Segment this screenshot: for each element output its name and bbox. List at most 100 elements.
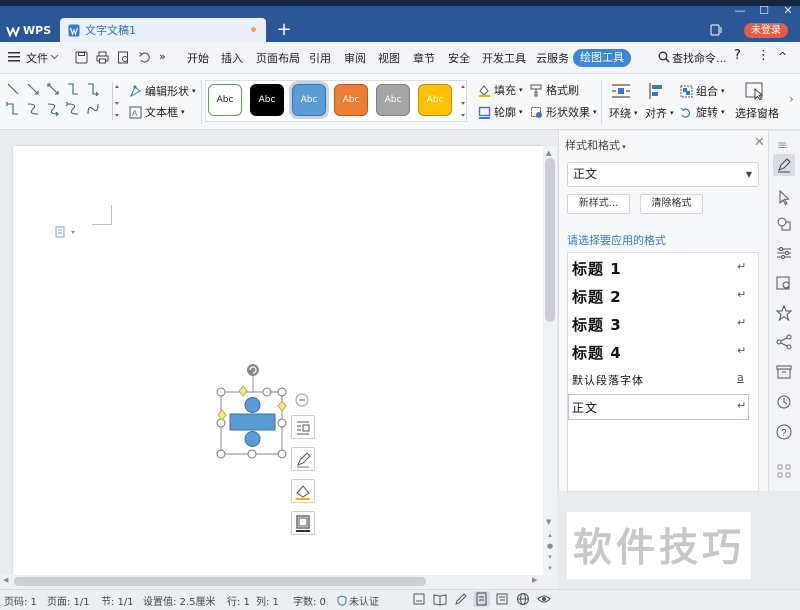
write-mode-icon[interactable]: [454, 592, 468, 606]
print-preview-icon[interactable]: [117, 51, 130, 64]
style-normal[interactable]: 正文: [572, 399, 598, 416]
tab-developer[interactable]: 开发工具: [482, 50, 526, 66]
tab-security[interactable]: 安全: [448, 50, 470, 66]
rotate-handle-icon[interactable]: [247, 364, 259, 376]
shapes-icon[interactable]: [775, 215, 793, 233]
tab-cloud[interactable]: 云服务: [536, 50, 569, 66]
help-button[interactable]: ?: [734, 48, 741, 63]
history-icon[interactable]: [775, 393, 793, 411]
tab-insert[interactable]: 插入: [221, 50, 243, 66]
help-icon[interactable]: ?: [775, 423, 793, 441]
scroll-right-arrow[interactable]: ▶: [532, 576, 537, 584]
shape-style-swatch[interactable]: Abc: [334, 84, 368, 116]
tab-references[interactable]: 引用: [309, 50, 331, 66]
fill-button[interactable]: 填充 ▾: [478, 82, 523, 98]
shape-outline-icon[interactable]: [291, 511, 315, 535]
menu-file[interactable]: 文件: [26, 50, 48, 66]
outline-button[interactable]: 轮廓 ▾: [478, 104, 523, 120]
group-button[interactable]: 组合 ▾: [680, 83, 725, 99]
status-auth[interactable]: 未认证: [337, 593, 379, 608]
styles-tool-icon[interactable]: [773, 154, 795, 176]
style-default-font[interactable]: 默认段落字体: [572, 372, 644, 388]
tab-drawing-tools[interactable]: 绘图工具: [573, 49, 631, 67]
paragraph-layout-icon[interactable]: [55, 226, 77, 238]
command-search[interactable]: 查找命令...: [672, 50, 727, 66]
shape-fill-icon[interactable]: [291, 479, 315, 503]
cursor-icon[interactable]: [775, 188, 793, 206]
shape-effects-button[interactable]: 形状效果 ▾: [530, 104, 597, 120]
print-icon[interactable]: [96, 51, 109, 64]
align-button[interactable]: 对齐 ▾: [645, 105, 674, 121]
shape-style-swatch[interactable]: Abc: [250, 84, 284, 116]
tab-page-layout[interactable]: 页面布局: [256, 50, 300, 66]
current-style-select[interactable]: 正文 ▼: [567, 162, 759, 187]
image-icon[interactable]: [775, 274, 793, 292]
panel-title[interactable]: 样式和格式 ▾: [565, 137, 626, 153]
menu-more[interactable]: »: [159, 50, 166, 63]
style-gallery-scroll[interactable]: [459, 82, 467, 120]
tab-view[interactable]: 视图: [378, 50, 400, 66]
save-icon[interactable]: [75, 51, 88, 64]
wrap-button[interactable]: 环绕 ▾: [609, 105, 638, 121]
tab-review[interactable]: 审阅: [344, 50, 366, 66]
page-nav-buttons[interactable]: ▴ ● ▾ ▾: [545, 530, 555, 574]
status-column[interactable]: 列: 1: [256, 593, 279, 608]
tab-section[interactable]: 章节: [413, 50, 435, 66]
reading-mode-icon[interactable]: [433, 592, 447, 606]
collapse-toolbar-icon[interactable]: [295, 393, 309, 407]
status-setting[interactable]: 设置值: 2.5厘米: [143, 593, 215, 608]
style-heading-2[interactable]: 标题 2: [572, 286, 622, 307]
page-view-icon[interactable]: [473, 591, 490, 607]
shape-style-swatch[interactable]: Abc: [376, 84, 410, 116]
scroll-up-arrow[interactable]: ▲: [546, 149, 551, 157]
selection-pane-button[interactable]: 选择窗格: [735, 105, 779, 121]
status-row[interactable]: 行: 1: [227, 593, 250, 608]
status-pages[interactable]: 页面: 1/1: [47, 593, 90, 608]
shape-style-swatch[interactable]: Abc: [208, 84, 242, 116]
vertical-scroll-thumb[interactable]: [545, 158, 555, 322]
login-button[interactable]: 未登录: [744, 23, 788, 38]
collapse-ribbon-button[interactable]: ^: [778, 50, 787, 63]
edit-shape-button[interactable]: 编辑形状 ▾: [129, 83, 196, 99]
archive-icon[interactable]: [775, 363, 793, 381]
share-icon[interactable]: [775, 333, 793, 351]
star-icon[interactable]: [775, 304, 793, 322]
format-painter-button[interactable]: 格式刷: [530, 82, 579, 98]
scroll-down-arrow[interactable]: ▼: [546, 518, 551, 526]
close-icon[interactable]: ✕: [754, 135, 765, 150]
layout-options-icon[interactable]: [291, 415, 315, 439]
style-heading-1[interactable]: 标题 1: [572, 258, 622, 279]
style-heading-4[interactable]: 标题 4: [572, 342, 622, 363]
outline-view-icon[interactable]: [495, 592, 509, 606]
maximize-button[interactable]: ☐: [752, 4, 776, 20]
status-section[interactable]: 节: 1/1: [101, 593, 134, 608]
close-button[interactable]: ✕: [776, 4, 800, 20]
new-tab-button[interactable]: +: [274, 20, 294, 40]
rotate-button[interactable]: 旋转 ▾: [680, 104, 725, 120]
minimize-button[interactable]: —: [728, 4, 752, 20]
horizontal-scroll-thumb[interactable]: [14, 577, 426, 586]
scroll-left-arrow[interactable]: ◀: [3, 576, 8, 584]
hamburger-icon[interactable]: [8, 52, 20, 62]
web-view-icon[interactable]: [516, 592, 530, 606]
wps-home-tab[interactable]: WPS: [2, 19, 56, 42]
ribbon-scroll-right[interactable]: ›: [789, 92, 799, 112]
new-style-button[interactable]: 新样式...: [567, 194, 630, 214]
status-page-number[interactable]: 页码: 1: [4, 593, 37, 608]
gallery-scroll[interactable]: [112, 82, 120, 120]
style-heading-3[interactable]: 标题 3: [572, 314, 622, 335]
document-tab[interactable]: 文字文稿1: [60, 18, 266, 42]
undo-icon[interactable]: [138, 51, 151, 64]
status-word-count[interactable]: 字数: 0: [293, 593, 326, 608]
apps-grid-icon[interactable]: [775, 462, 793, 480]
tablet-mode-icon[interactable]: [710, 24, 722, 36]
clear-format-button[interactable]: 清除格式: [640, 194, 703, 214]
selected-shape[interactable]: [212, 360, 296, 465]
adjust-icon[interactable]: [775, 244, 793, 262]
sidebar-menu-icon[interactable]: ≡: [777, 138, 787, 152]
more-menu-button[interactable]: ⋮: [757, 48, 770, 63]
text-box-button[interactable]: A 文本框 ▾: [129, 104, 185, 120]
tab-home[interactable]: 开始: [187, 50, 209, 66]
shape-style-swatch[interactable]: Abc: [289, 81, 329, 119]
pen-icon[interactable]: [291, 447, 315, 471]
